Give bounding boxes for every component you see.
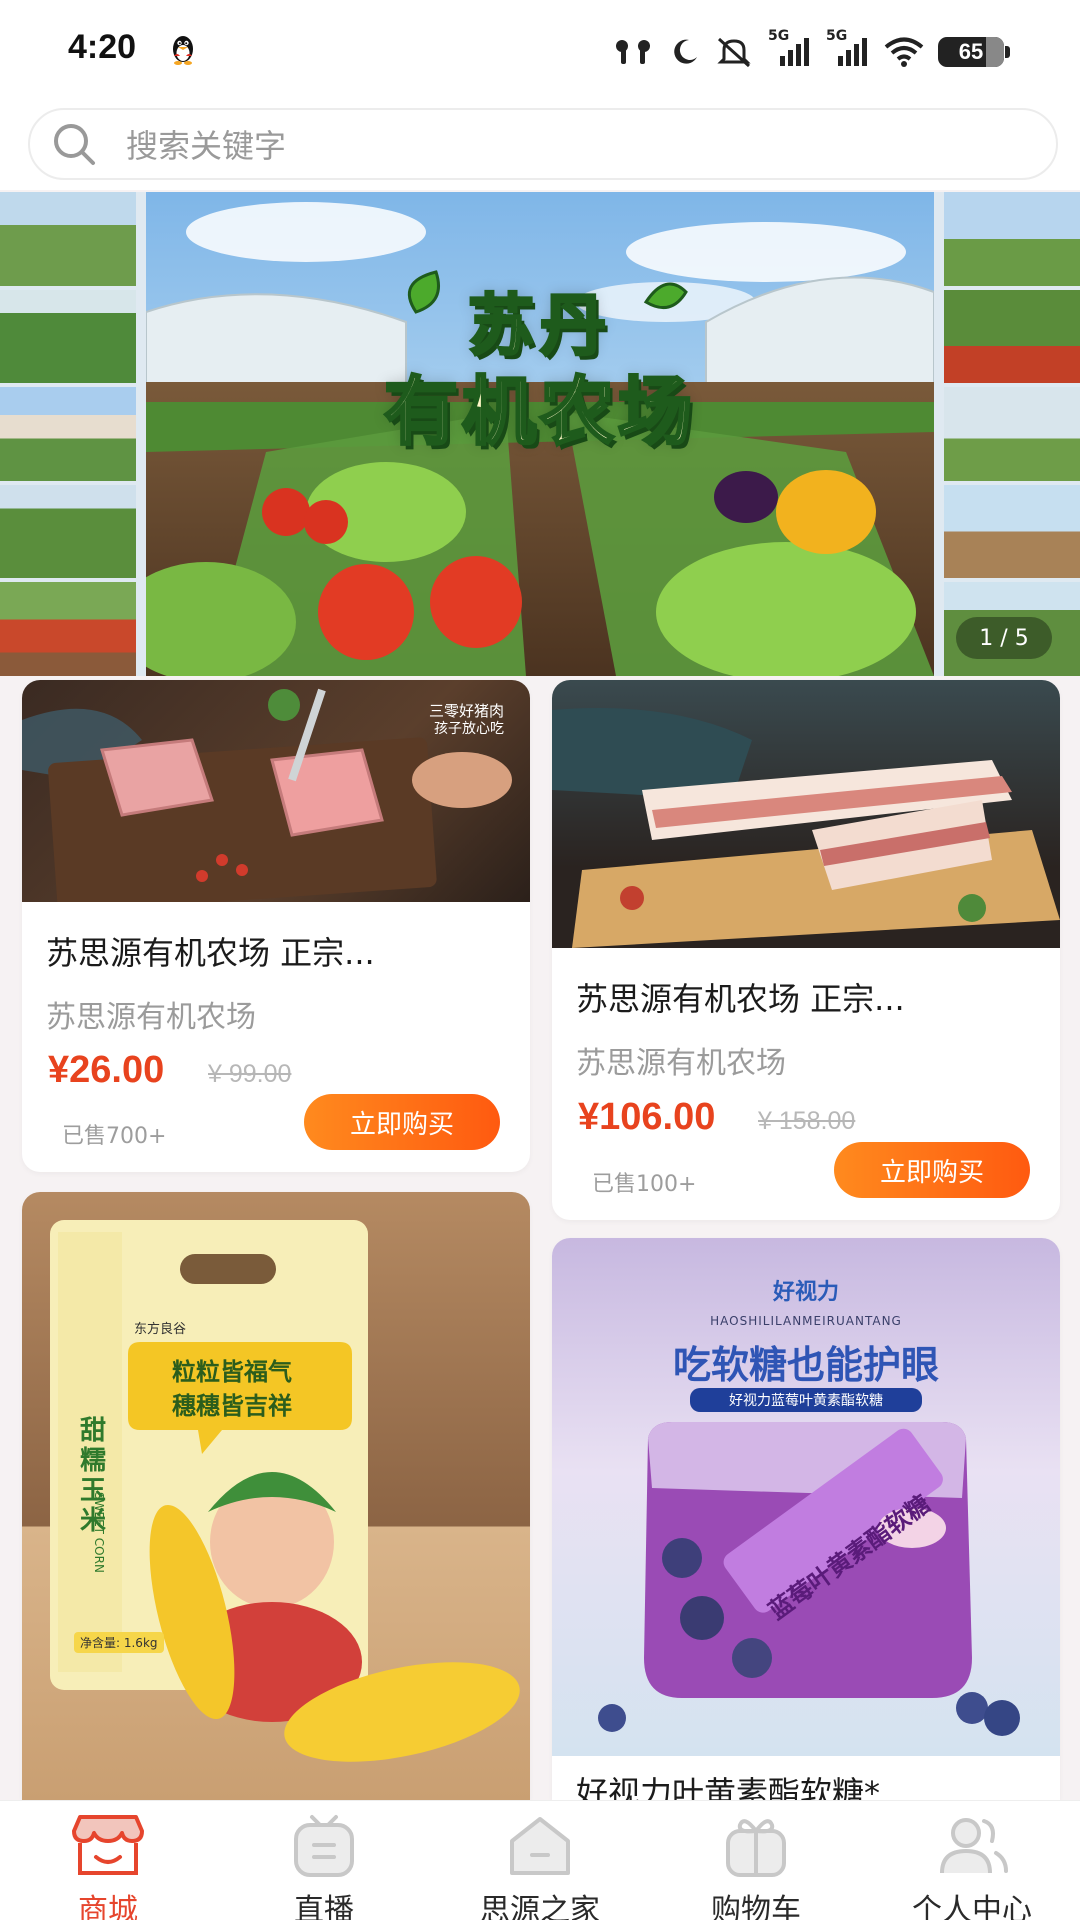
home-icon — [510, 1817, 570, 1875]
corn-slogan-2: 穗穗皆吉祥 — [172, 1392, 292, 1420]
banner-next-slide[interactable] — [944, 192, 1080, 676]
user-group-icon — [940, 1818, 1008, 1874]
tab-profile[interactable]: 个人中心 — [864, 1801, 1080, 1920]
product-title: 苏思源有机农场 正宗... — [46, 934, 375, 972]
banner-pager: 1 / 5 — [956, 617, 1052, 659]
buy-now-button[interactable]: 立即购买 — [304, 1094, 500, 1150]
tab-label: 思源之家 — [480, 1893, 600, 1920]
product-sold: 已售100+ — [592, 1172, 697, 1197]
product-price: ¥26.00 — [48, 1049, 165, 1091]
banner-title-line2: 有机农场 — [383, 368, 696, 457]
image-caption-2: 孩子放心吃 — [434, 721, 504, 737]
status-bar: 4:20 5G 5G 65 — [0, 0, 1080, 100]
status-time: 4:20 — [68, 28, 137, 66]
gummy-brand-pinyin: HAOSHILILANMEIRUANTANG — [710, 1314, 902, 1328]
product-title: 好视力叶黄素酯软糖* — [576, 1774, 881, 1800]
gummy-subline: 好视力蓝莓叶黄素酯软糖 — [690, 1388, 922, 1412]
search-placeholder: 搜索关键字 — [126, 127, 287, 165]
tab-label: 购物车 — [711, 1893, 801, 1920]
product-original-price: ¥ 99.00 — [208, 1060, 292, 1088]
corn-slogan-1: 粒粒皆福气 — [172, 1358, 292, 1386]
gummy-headline: 吃软糖也能护眼 — [672, 1342, 939, 1387]
banner-main-slide[interactable]: 苏丹 有机农场 — [146, 192, 934, 676]
tab-label: 商城 — [78, 1893, 138, 1920]
product-image: 东方良谷 甜糯玉米 SWEET CORN 粒粒皆福气 穗穗皆吉祥 净含量: 1.… — [22, 1192, 530, 1800]
product-title: 苏思源有机农场 正宗... — [576, 980, 905, 1018]
gift-bag-icon — [726, 1819, 786, 1877]
search-area: 搜索关键字 — [0, 100, 1080, 190]
product-shop: 苏思源有机农场 — [576, 1046, 786, 1081]
signal-1: 5G — [768, 28, 812, 68]
mute-bell-icon — [717, 37, 751, 68]
wifi-icon — [884, 37, 924, 67]
signal-2: 5G — [826, 28, 870, 68]
product-card[interactable]: 三零好猪肉 孩子放心吃 苏思源有机农场 正宗... 苏思源有机农场 ¥26.00… — [22, 680, 530, 1172]
tab-label: 个人中心 — [912, 1893, 1032, 1920]
product-card[interactable]: 苏思源有机农场 正宗... 苏思源有机农场 ¥106.00 ¥ 158.00 已… — [552, 680, 1060, 1220]
tab-live[interactable]: 直播 — [216, 1801, 432, 1920]
product-image: 好视力 HAOSHILILANMEIRUANTANG 吃软糖也能护眼 好视力蓝莓… — [552, 1238, 1060, 1756]
product-price: ¥106.00 — [578, 1096, 716, 1138]
product-sold: 已售700+ — [62, 1124, 167, 1149]
corn-product-name-en: SWEET CORN — [92, 1492, 106, 1573]
qq-penguin-icon — [173, 36, 193, 65]
tab-label: 直播 — [294, 1893, 354, 1920]
banner-carousel[interactable]: 苏丹 有机农场 1 / 5 — [0, 192, 1080, 676]
battery-icon: 65 — [938, 37, 1010, 67]
tab-mall[interactable]: 商城 — [0, 1801, 216, 1920]
product-shop: 苏思源有机农场 — [46, 1000, 256, 1035]
earbuds-icon — [616, 40, 650, 64]
corn-brand: 东方良谷 — [134, 1322, 187, 1337]
product-card[interactable]: 好视力 HAOSHILILANMEIRUANTANG 吃软糖也能护眼 好视力蓝莓… — [552, 1238, 1060, 1800]
product-image — [552, 680, 1060, 948]
search-icon — [54, 124, 95, 165]
gummy-brand: 好视力 — [772, 1280, 839, 1305]
corn-net-weight: 净含量: 1.6kg — [74, 1632, 164, 1653]
bottom-tab-bar: 商城 直播 思源之家 购物车 个人中心 — [0, 1800, 1080, 1920]
buy-now-button[interactable]: 立即购买 — [834, 1142, 1030, 1198]
live-tv-icon — [294, 1815, 354, 1877]
moon-icon — [674, 39, 697, 64]
banner-prev-slide[interactable] — [0, 192, 136, 676]
tab-cart[interactable]: 购物车 — [648, 1801, 864, 1920]
product-card[interactable]: 东方良谷 甜糯玉米 SWEET CORN 粒粒皆福气 穗穗皆吉祥 净含量: 1.… — [22, 1192, 530, 1800]
product-image: 三零好猪肉 孩子放心吃 — [22, 680, 530, 902]
search-input[interactable]: 搜索关键字 — [28, 108, 1058, 180]
product-original-price: ¥ 158.00 — [758, 1107, 856, 1135]
store-icon — [72, 1815, 144, 1875]
tab-home[interactable]: 思源之家 — [432, 1801, 648, 1920]
pork-belly-illustration — [552, 708, 1060, 948]
